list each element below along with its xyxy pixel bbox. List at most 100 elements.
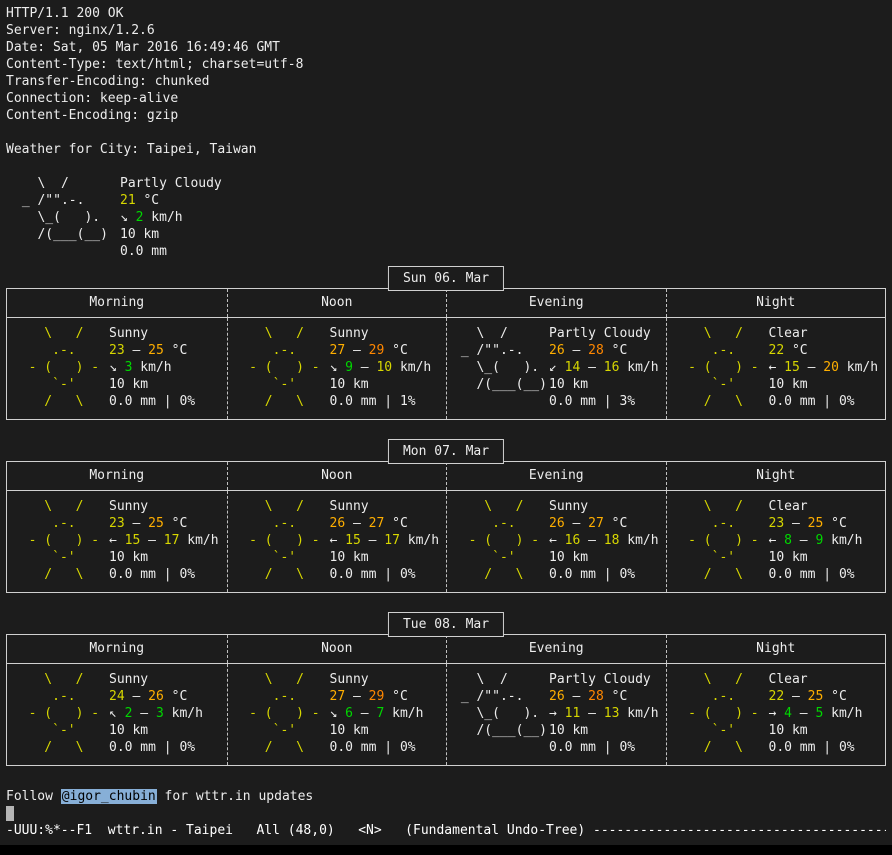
condition-text: Partly Cloudy [549, 325, 659, 342]
column-header-noon: Noon [227, 635, 447, 663]
text-segment: 0.0 mm | 0% [330, 567, 416, 582]
text-segment: °C [604, 516, 627, 531]
text-segment: km/h [823, 706, 862, 721]
text-segment: 10 km [769, 550, 808, 565]
text-segment: – [792, 533, 815, 548]
forecast-cell-night: \ / .-. - ( ) - `-' / \Clear22 °C← 15 – … [666, 318, 886, 419]
text-segment: 15 [345, 533, 361, 548]
wind-text: ↘ 6 – 7 km/h [330, 705, 424, 722]
location-line: Weather for City: Taipei, Taiwan [6, 141, 886, 158]
text-segment: km/h [143, 210, 182, 225]
text-segment: 6 [345, 706, 353, 721]
text-segment: 24 [109, 689, 125, 704]
wind-text: ← 15 – 17 km/h [330, 532, 440, 549]
condition-text: Clear [769, 671, 863, 688]
text-segment: 17 [384, 533, 400, 548]
text-segment: ↘ [330, 360, 346, 375]
condition-text: Sunny [330, 671, 424, 688]
text-segment: 0.0 mm | 0% [109, 394, 195, 409]
text-segment: 25 [148, 516, 164, 531]
condition-text: Sunny [109, 325, 195, 342]
text-segment: Clear [769, 672, 808, 687]
text-segment: 0.0 mm | 0% [109, 567, 195, 582]
text-segment: 25 [148, 343, 164, 358]
text-segment: ↖ [109, 706, 125, 721]
text-segment: 20 [823, 360, 839, 375]
text-segment: °C [823, 516, 846, 531]
text-segment: Sunny [330, 672, 369, 687]
text-segment: 25 [808, 516, 824, 531]
text-segment: – [580, 360, 603, 375]
date-tab: Mon 07. Mar [388, 439, 504, 464]
forecast-cell-morning: \ / .-. - ( ) - `-' / \Sunny23 – 25 °C← … [7, 491, 227, 592]
twitter-handle-link[interactable]: @igor_chubin [61, 789, 157, 804]
text-segment: ← [549, 533, 565, 548]
temperature-text: 23 – 25 °C [769, 515, 863, 532]
partly-cloudy-icon: \ / _ /"".-. \_( ). /(___(__) [14, 175, 108, 260]
text-segment: 10 km [109, 377, 148, 392]
text-segment: 10 km [549, 550, 588, 565]
text-segment: 11 [565, 706, 581, 721]
table-body-row: \ / .-. - ( ) - `-' / \Sunny23 – 25 °C← … [7, 491, 885, 592]
precipitation-text: 0.0 mm | 0% [549, 566, 659, 583]
text-segment: km/h [384, 706, 423, 721]
condition-text: Sunny [330, 325, 432, 342]
footer-line: Follow @igor_chubin for wttr.in updates [6, 788, 886, 805]
text-segment: Clear [769, 499, 808, 514]
text-segment: ↘ [109, 360, 125, 375]
text-segment: – [345, 343, 368, 358]
footer-prefix: Follow [6, 789, 61, 804]
text-segment: ↘ [120, 210, 136, 225]
text-segment: °C [164, 689, 187, 704]
forecast-table: MorningNoonEveningNight \ / .-. - ( ) - … [6, 288, 886, 420]
wind-text: ↘ 9 – 10 km/h [330, 359, 432, 376]
text-segment: km/h [164, 706, 203, 721]
text-segment: 23 [109, 343, 125, 358]
table-header-row: MorningNoonEveningNight [7, 289, 885, 318]
text-segment: – [792, 706, 815, 721]
precipitation-text: 0.0 mm | 0% [330, 739, 424, 756]
visibility-text: 10 km [549, 722, 659, 739]
text-segment: Sunny [109, 672, 148, 687]
text-segment: – [361, 533, 384, 548]
text-segment: Partly Cloudy [120, 176, 222, 191]
column-header-evening: Evening [446, 289, 666, 317]
precipitation-text: 0.0 mm | 0% [109, 566, 219, 583]
text-segment: 27 [330, 689, 346, 704]
temperature-text: 26 – 27 °C [330, 515, 440, 532]
text-segment: 0.0 mm | 0% [549, 740, 635, 755]
temperature-text: 23 – 25 °C [109, 342, 195, 359]
text-segment: km/h [619, 706, 658, 721]
text-segment: °C [164, 343, 187, 358]
text-segment: – [125, 516, 148, 531]
precipitation-text: 0.0 mm | 3% [549, 393, 659, 410]
text-segment: ← [109, 533, 125, 548]
sunny-icon: \ / .-. - ( ) - `-' / \ [13, 498, 101, 583]
text-segment: 10 km [330, 723, 369, 738]
text-segment: 26 [549, 516, 565, 531]
http-header-line: Server: nginx/1.2.6 [6, 22, 886, 39]
forecast-cell-night: \ / .-. - ( ) - `-' / \Clear23 – 25 °C← … [666, 491, 886, 592]
temperature-text: 24 – 26 °C [109, 688, 203, 705]
forecast-cell-evening: \ / _ /"".-. \_( ). /(___(__)Partly Clou… [446, 318, 666, 419]
column-header-morning: Morning [7, 289, 227, 317]
temperature-text: 27 – 29 °C [330, 688, 424, 705]
text-segment: 26 [330, 516, 346, 531]
text-segment: – [125, 689, 148, 704]
text-segment: ↙ [549, 360, 565, 375]
visibility-text: 10 km [109, 722, 203, 739]
weather-details: Partly Cloudy21 °C↘ 2 km/h10 km0.0 mm [120, 175, 222, 260]
weather-details: Sunny23 – 25 °C↘ 3 km/h10 km0.0 mm | 0% [109, 325, 195, 410]
http-header-line: Transfer-Encoding: chunked [6, 73, 886, 90]
text-segment: – [784, 516, 807, 531]
text-segment: 0.0 mm | 0% [769, 567, 855, 582]
current-conditions: \ / _ /"".-. \_( ). /(___(__)Partly Clou… [6, 175, 886, 260]
text-segment: °C [384, 516, 407, 531]
condition-text: Clear [769, 325, 879, 342]
text-segment: → [769, 706, 785, 721]
wind-text: ↙ 14 – 16 km/h [549, 359, 659, 376]
terminal-window[interactable]: HTTP/1.1 200 OKServer: nginx/1.2.6Date: … [0, 0, 892, 845]
precipitation-text: 0.0 mm | 0% [549, 739, 659, 756]
text-segment: 23 [769, 516, 785, 531]
forecast-day: Mon 07. MarMorningNoonEveningNight \ / .… [6, 439, 886, 593]
